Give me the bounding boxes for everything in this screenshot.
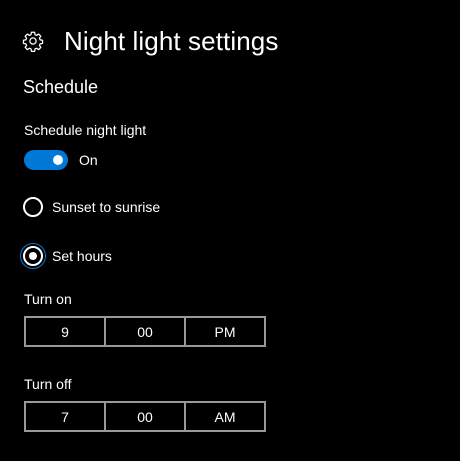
turn-off-period[interactable]: AM — [184, 403, 264, 430]
turn-on-hour[interactable]: 9 — [26, 318, 104, 345]
turn-off-hour[interactable]: 7 — [26, 403, 104, 430]
page-title: Night light settings — [64, 25, 279, 56]
radio-sunset-to-sunrise[interactable]: Sunset to sunrise — [23, 197, 160, 217]
turn-off-label: Turn off — [24, 376, 72, 392]
radio-dot — [29, 252, 37, 260]
radio-label: Set hours — [52, 248, 112, 264]
radio-label: Sunset to sunrise — [52, 199, 161, 215]
schedule-toggle-label: Schedule night light — [24, 122, 147, 138]
radio-set-hours[interactable]: Set hours — [20, 243, 112, 269]
radio-button-unchecked[interactable] — [23, 197, 43, 217]
gear-icon — [22, 31, 44, 52]
page-header: Night light settings — [22, 24, 278, 58]
schedule-night-light-toggle[interactable] — [24, 150, 68, 170]
radio-button-checked[interactable] — [20, 243, 46, 269]
night-light-settings-page: Night light settings Schedule Schedule n… — [0, 0, 460, 461]
toggle-state-text: On — [79, 152, 98, 168]
turn-off-time-picker[interactable]: 7 00 AM — [24, 401, 266, 432]
schedule-section-title: Schedule — [23, 77, 99, 97]
turn-on-minute[interactable]: 00 — [104, 318, 184, 345]
turn-on-period[interactable]: PM — [184, 318, 264, 345]
turn-on-time-picker[interactable]: 9 00 PM — [24, 316, 266, 347]
schedule-toggle-row: On — [24, 150, 98, 170]
turn-off-minute[interactable]: 00 — [104, 403, 184, 430]
turn-on-label: Turn on — [24, 291, 72, 307]
toggle-knob — [53, 155, 63, 165]
